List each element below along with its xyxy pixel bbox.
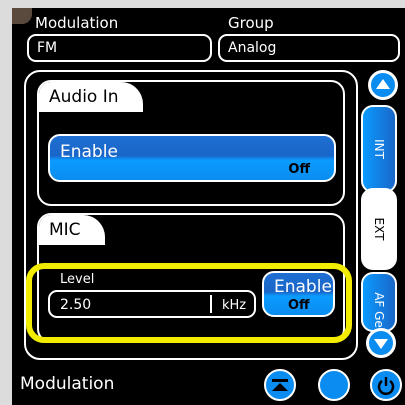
arrow-up-icon bbox=[376, 79, 390, 89]
power-icon bbox=[377, 377, 395, 395]
audio-in-enable-label: Enable bbox=[60, 142, 118, 162]
mic-title: MIC bbox=[39, 215, 105, 245]
audio-in-enable-toggle[interactable]: Enable Off bbox=[48, 134, 336, 182]
scroll-down-button[interactable] bbox=[366, 328, 396, 358]
mic-enable-label: Enable bbox=[274, 277, 332, 297]
group-label: Group bbox=[228, 14, 274, 32]
mic-enable-toggle[interactable]: Enable Off bbox=[262, 271, 335, 317]
tab-ext-label: EXT bbox=[372, 217, 386, 241]
level-label: Level bbox=[60, 272, 95, 287]
footer-title: Modulation bbox=[20, 374, 115, 394]
group-field[interactable]: Analog bbox=[218, 34, 400, 62]
unit-divider bbox=[210, 295, 212, 313]
arrow-down-icon bbox=[374, 339, 388, 349]
collapse-icon bbox=[272, 379, 288, 391]
tab-int-label: INT bbox=[372, 139, 386, 159]
power-button[interactable] bbox=[370, 369, 402, 401]
tab-af-gen-label: AF Ge bbox=[372, 292, 386, 329]
tab-ext[interactable]: EXT bbox=[361, 188, 397, 270]
group-value: Analog bbox=[228, 40, 277, 56]
audio-in-title: Audio In bbox=[39, 82, 143, 112]
level-unit: kHz bbox=[222, 298, 247, 313]
level-value: 2.50 bbox=[60, 297, 92, 313]
tab-af-gen[interactable]: AF Ge bbox=[361, 272, 397, 332]
modulation-field[interactable]: FM bbox=[27, 34, 212, 62]
mic-enable-state: Off bbox=[288, 298, 310, 313]
collapse-button[interactable] bbox=[264, 369, 296, 401]
modulation-label: Modulation bbox=[35, 14, 119, 32]
modulation-value: FM bbox=[37, 40, 58, 56]
scroll-up-button[interactable] bbox=[368, 70, 398, 100]
audio-in-enable-state: Off bbox=[288, 162, 310, 177]
tab-int[interactable]: INT bbox=[361, 105, 397, 193]
blank-button[interactable] bbox=[318, 369, 350, 401]
level-field[interactable]: 2.50 kHz bbox=[48, 290, 256, 318]
